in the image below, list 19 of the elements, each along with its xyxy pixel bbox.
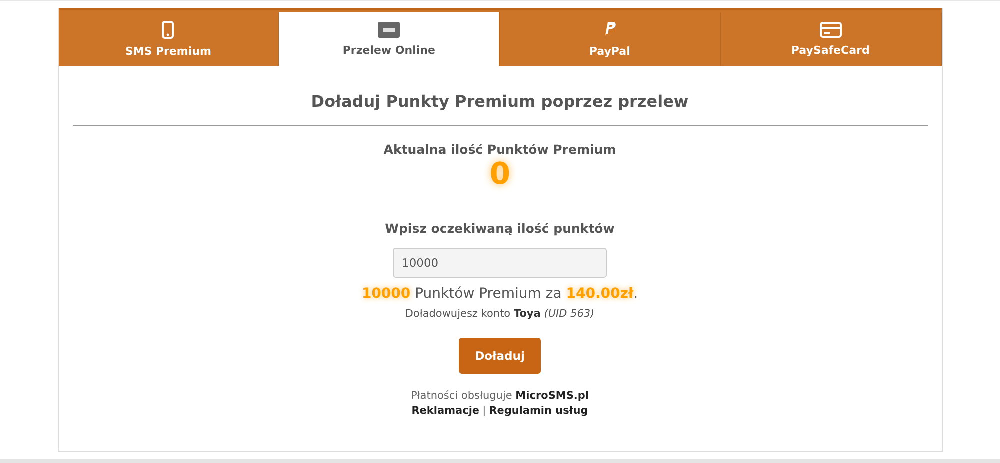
separator: | [482, 405, 486, 417]
paypal-icon [602, 21, 617, 39]
payment-tab[interactable]: Przelew Online [279, 12, 500, 66]
topup-button[interactable]: Doładuj [459, 338, 541, 374]
payment-tab[interactable]: PaySafeCard [720, 13, 942, 66]
amount-label: Wpisz oczekiwaną ilość punktów [385, 221, 615, 236]
card-icon [820, 22, 842, 38]
terms-link[interactable]: Regulamin usług [489, 405, 588, 417]
price-summary: 10000 Punktów Premium za 140.00zł. [362, 286, 638, 302]
balance-value: 0 [490, 157, 510, 193]
provider-text: Płatności obsługuje MicroSMS.pl [410, 390, 590, 402]
payment-tab[interactable]: PayPal [500, 13, 721, 66]
phone-icon [162, 21, 174, 39]
page-heading: Doładuj Punkty Premium poprzez przelew [72, 66, 928, 126]
card-icon [378, 22, 400, 38]
complaints-link[interactable]: Reklamacje [412, 405, 480, 417]
points-input-field[interactable]: 10000 [393, 248, 607, 278]
account-info: Doładowujesz konto Toya (UID 563) [405, 308, 595, 320]
balance-label: Aktualna ilość Punktów Premium [384, 142, 616, 157]
